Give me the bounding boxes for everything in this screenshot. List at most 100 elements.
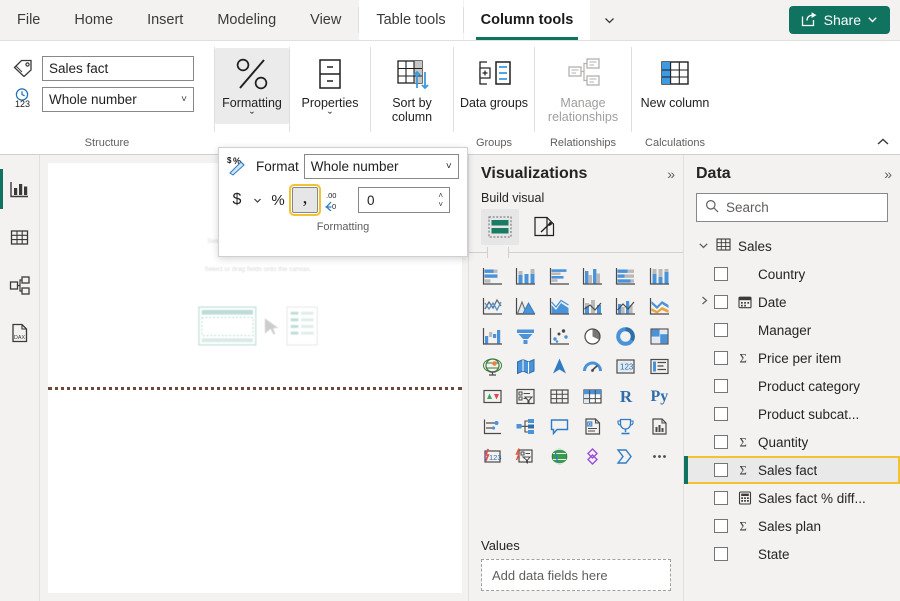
azure-map-icon[interactable]: [544, 353, 575, 380]
chevron-down-icon[interactable]: [698, 239, 709, 254]
pie-chart-icon[interactable]: [577, 323, 608, 350]
list-item[interactable]: Product subcat...: [684, 400, 900, 428]
collapse-ribbon-button[interactable]: [876, 136, 890, 150]
decomposition-tree-icon[interactable]: [510, 413, 541, 440]
model-view-icon[interactable]: [0, 261, 39, 309]
decrease-decimals-icon[interactable]: .00 0: [321, 187, 345, 213]
python-visual-icon[interactable]: Py: [644, 383, 675, 410]
metrics-icon[interactable]: [610, 413, 641, 440]
ribbon-chart-icon[interactable]: [644, 293, 675, 320]
stacked-column-chart-icon[interactable]: [510, 263, 541, 290]
sort-by-column-button[interactable]: Sort by column: [371, 48, 453, 124]
field-checkbox[interactable]: [714, 379, 728, 393]
list-item[interactable]: Σ Sales plan: [684, 512, 900, 540]
field-checkbox[interactable]: [714, 323, 728, 337]
list-item[interactable]: State: [684, 540, 900, 568]
chevron-down-icon[interactable]: ˇ: [328, 110, 332, 124]
field-checkbox[interactable]: [714, 351, 728, 365]
data-type-select[interactable]: Whole number ˅: [42, 87, 194, 112]
fields-build-icon[interactable]: [481, 209, 519, 245]
list-item[interactable]: Date: [684, 288, 900, 316]
paginated-report-icon[interactable]: [644, 413, 675, 440]
list-item[interactable]: Sales fact % diff...: [684, 484, 900, 512]
area-chart-icon[interactable]: [510, 293, 541, 320]
treemap-icon[interactable]: [644, 323, 675, 350]
funnel-chart-icon[interactable]: [510, 323, 541, 350]
kpi-icon[interactable]: [477, 383, 508, 410]
power-apps-icon[interactable]: 123: [477, 443, 508, 470]
tab-view[interactable]: View: [293, 0, 358, 40]
list-item[interactable]: Country: [684, 260, 900, 288]
new-column-button[interactable]: New column: [632, 48, 718, 110]
gauge-icon[interactable]: [577, 353, 608, 380]
tab-insert[interactable]: Insert: [130, 0, 200, 40]
chevron-down-icon[interactable]: ˇ: [250, 110, 254, 124]
table-row-sales[interactable]: Sales: [684, 232, 900, 260]
chevron-right-icon[interactable]: [700, 295, 710, 309]
field-checkbox[interactable]: [714, 491, 728, 505]
thousands-separator-comma-icon[interactable]: ,: [292, 187, 318, 213]
line-clustered-column-chart-icon[interactable]: [610, 293, 641, 320]
field-checkbox[interactable]: [714, 547, 728, 561]
list-item[interactable]: Product category: [684, 372, 900, 400]
line-chart-icon[interactable]: [477, 293, 508, 320]
spinner-up-icon[interactable]: ˄: [438, 191, 443, 200]
arcgis-maps-icon[interactable]: [544, 443, 575, 470]
field-checkbox[interactable]: [714, 267, 728, 281]
list-item[interactable]: Σ Quantity: [684, 428, 900, 456]
search-input[interactable]: Search: [696, 193, 888, 222]
field-checkbox[interactable]: [714, 407, 728, 421]
more-options-icon[interactable]: [644, 443, 675, 470]
chevron-double-right-icon[interactable]: »: [884, 166, 890, 182]
tab-file[interactable]: File: [0, 0, 57, 40]
scatter-chart-icon[interactable]: [544, 323, 575, 350]
field-checkbox[interactable]: [714, 295, 728, 309]
table-view-icon[interactable]: [0, 213, 39, 261]
smart-narrative-icon[interactable]: [577, 443, 608, 470]
donut-chart-icon[interactable]: [610, 323, 641, 350]
column-name-input[interactable]: Sales fact: [42, 56, 194, 81]
multi-row-card-icon[interactable]: [644, 353, 675, 380]
tab-modeling[interactable]: Modeling: [200, 0, 293, 40]
chevron-double-right-icon[interactable]: »: [667, 166, 673, 182]
tab-home[interactable]: Home: [57, 0, 130, 40]
stacked-area-chart-icon[interactable]: [544, 293, 575, 320]
list-item[interactable]: Σ Price per item: [684, 344, 900, 372]
field-checkbox[interactable]: [714, 519, 728, 533]
format-select[interactable]: Whole number ˅: [304, 154, 459, 179]
clustered-bar-chart-icon[interactable]: [544, 263, 575, 290]
q-and-a-icon[interactable]: [544, 413, 575, 440]
list-item[interactable]: Manager: [684, 316, 900, 344]
list-item-selected[interactable]: Σ Sales fact: [684, 456, 900, 484]
properties-button[interactable]: Properties ˇ: [290, 48, 370, 124]
map-icon[interactable]: [477, 353, 508, 380]
formatting-button[interactable]: Formatting ˇ: [215, 48, 289, 124]
decimal-places-stepper[interactable]: 0 ˄ ˅: [358, 187, 450, 213]
field-checkbox[interactable]: [714, 463, 728, 477]
tab-table-tools[interactable]: Table tools: [359, 0, 462, 40]
spinner-down-icon[interactable]: ˅: [438, 200, 443, 209]
format-paintbrush-icon[interactable]: [525, 209, 563, 245]
filled-map-icon[interactable]: [510, 353, 541, 380]
share-button[interactable]: Share: [789, 6, 890, 34]
matrix-icon[interactable]: [577, 383, 608, 410]
dax-query-icon[interactable]: DAX: [0, 309, 39, 357]
100-stacked-column-chart-icon[interactable]: [644, 263, 675, 290]
table-icon[interactable]: [544, 383, 575, 410]
narrative-icon[interactable]: [577, 413, 608, 440]
r-script-visual-icon[interactable]: R: [610, 383, 641, 410]
clustered-column-chart-icon[interactable]: [577, 263, 608, 290]
slicer-icon[interactable]: [510, 383, 541, 410]
key-influencers-icon[interactable]: [477, 413, 508, 440]
card-icon[interactable]: 123: [610, 353, 641, 380]
power-automate-icon[interactable]: [510, 443, 541, 470]
data-groups-button[interactable]: Data groups: [454, 48, 534, 110]
100-stacked-bar-chart-icon[interactable]: [610, 263, 641, 290]
field-checkbox[interactable]: [714, 435, 728, 449]
currency-dollar-icon[interactable]: $: [227, 187, 247, 213]
chevron-down-icon[interactable]: [250, 187, 264, 213]
report-view-icon[interactable]: [0, 165, 39, 213]
chevron-down-icon[interactable]: [590, 0, 629, 40]
line-stacked-column-chart-icon[interactable]: [577, 293, 608, 320]
stacked-bar-chart-icon[interactable]: [477, 263, 508, 290]
